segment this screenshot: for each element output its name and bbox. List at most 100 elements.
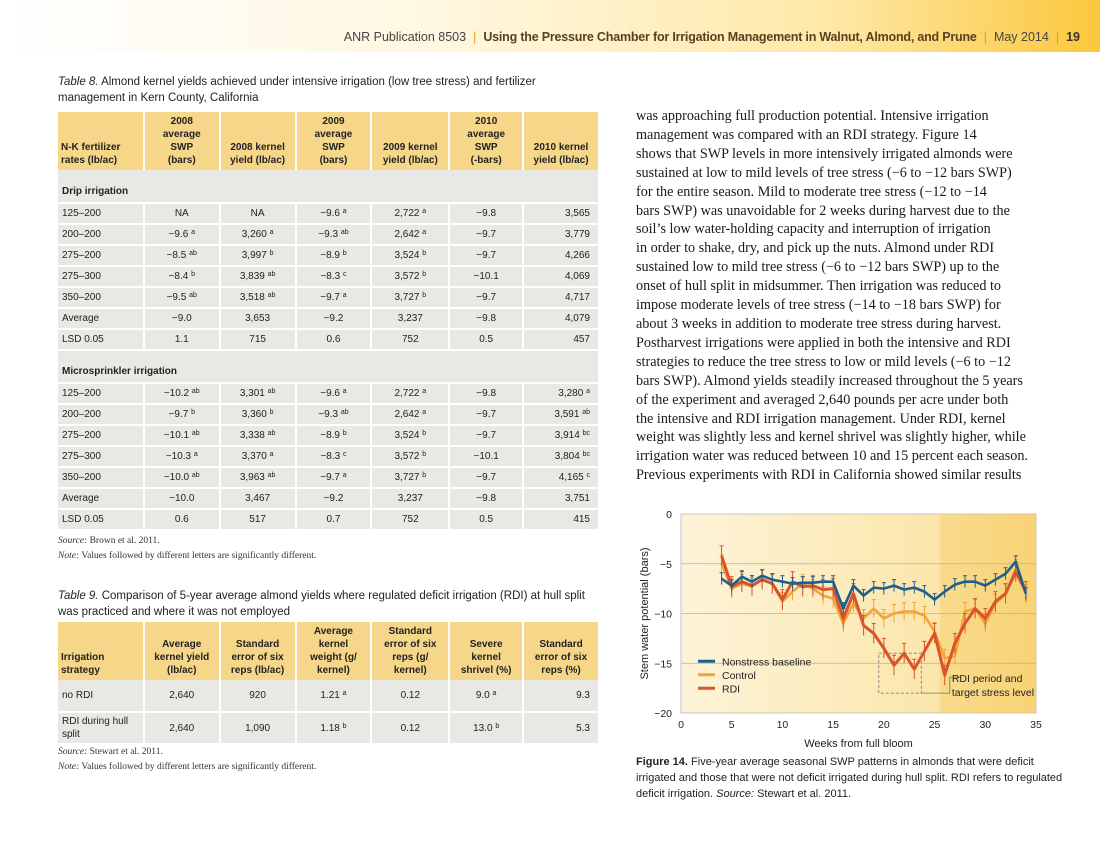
table-cell: −8.9 b	[295, 425, 373, 447]
column-header-line: Standard	[388, 626, 432, 637]
table-cell: 1.18 b	[295, 712, 373, 745]
significance-letter: a	[342, 208, 347, 215]
cell-value: 715	[249, 334, 266, 345]
table-row: Average −10.0 3,467 −9.2 3,237 −9.8 3,751	[58, 488, 600, 510]
table-cell: −9.7	[449, 224, 525, 246]
table9-header-row: Irrigation strategy Average kernel yield (lb…	[58, 622, 600, 680]
cell-value: 200–200	[62, 409, 101, 420]
cell-value: 350–200	[62, 292, 101, 303]
table-cell: 0.6	[143, 509, 221, 531]
significance-letter: b	[191, 271, 195, 278]
cell-value: 125–200	[62, 208, 101, 219]
table8-caption-text: Almond kernel yields achieved under inte…	[58, 76, 536, 104]
table9-label: Table 9.	[58, 590, 99, 602]
table-cell: −9.7	[449, 245, 525, 267]
column-header-line: average	[467, 129, 506, 140]
legend-label: RDI	[722, 683, 740, 695]
cell-value: 0.12	[400, 690, 421, 701]
legend-label: Nonstress baseline	[722, 656, 811, 668]
cell-value: 3,572	[394, 271, 420, 282]
cell-value: NA	[250, 208, 265, 219]
cell-value: 3,914	[554, 430, 580, 441]
table-cell: −9.8	[449, 488, 525, 510]
table-cell: 2,722 a	[371, 203, 451, 225]
cell-value: 3,804	[554, 451, 580, 462]
table-cell: NA	[143, 203, 221, 225]
table-cell: −10.0 ab	[143, 467, 221, 489]
table-cell: −10.0	[143, 488, 221, 510]
column-header: 2010 average SWP (-bars)	[449, 112, 525, 170]
y-tick-label: 0	[666, 509, 672, 521]
table8-label: Table 8.	[58, 76, 99, 88]
cell-value: −8.4	[168, 271, 189, 282]
table-cell: −9.3 ab	[295, 224, 373, 246]
cell-value: −10.1	[163, 430, 190, 441]
cell-value: 3,727	[394, 292, 420, 303]
y-tick-label: −15	[654, 658, 672, 670]
cell-value: −9.7	[476, 409, 497, 420]
table-cell: −10.1	[449, 266, 525, 288]
cell-value: 2,722	[394, 208, 420, 219]
column-header-line: Standard	[235, 639, 280, 650]
cell-value: 5.3	[576, 722, 590, 734]
cell-value: 1.21	[320, 690, 340, 701]
column-header-line: (lb/ac)	[167, 665, 197, 676]
cell-value: 0.5	[479, 334, 494, 345]
column-header-line: kernel)	[317, 665, 350, 676]
column-header-line: Standard	[539, 639, 583, 650]
table-cell: 3,997 b	[219, 245, 297, 267]
y-tick-label: −10	[654, 609, 672, 621]
cell-value: −10.0	[163, 472, 190, 483]
table-cell: −9.6 a	[295, 203, 373, 225]
cell-value: −9.6	[168, 229, 189, 240]
cell-value: 0.6	[326, 334, 341, 345]
column-header: 2008 average SWP (bars)	[143, 112, 221, 170]
table-cell: 0.5	[449, 509, 525, 531]
table-row: 125–200 NA NA −9.6 a 2,722 a −9.8 3,565	[58, 203, 600, 225]
x-tick-label: 20	[878, 719, 890, 731]
figure14-chart: 0 −5 −10 −15 −20 0 5 10 15 20 25 30 35 Weeks from ful…	[639, 509, 1042, 750]
cell-value: 4,717	[564, 292, 590, 303]
table-row: 350–200 −10.0 ab 3,963 ab −9.7 a 3,727 b −9.7…	[58, 467, 600, 489]
table-cell: 3,653	[219, 308, 297, 330]
cell-value: 275–300	[62, 271, 101, 282]
table8-header-row: N-K fertilizer rates (lb/ac) 2008 average SW…	[58, 112, 600, 170]
significance-letter: bc	[582, 430, 590, 437]
significance-letter: c	[342, 271, 347, 278]
cell-value: −10.1	[473, 451, 499, 462]
column-header-line: 2010 kernel	[533, 142, 589, 153]
body-text-line: sustained low to mild tree stress (−6 to…	[636, 259, 1000, 276]
cell-value: −9.2	[323, 493, 344, 504]
cell-value: −8.9	[320, 430, 340, 441]
significance-letter: b	[342, 250, 347, 257]
body-text-line: irrigation water was reduced between 10 …	[636, 448, 1028, 465]
table9-source: Source: Stewart et al. 2011.	[58, 745, 163, 760]
body-text-line: management was compared with an RDI stra…	[636, 126, 977, 143]
column-header-line: reps (g/	[392, 652, 429, 663]
table-cell: −9.8	[449, 203, 525, 225]
table-cell: 350–200	[58, 287, 145, 309]
table-row: no RDI 2,640 920 1.21 a 0.12 9.0 a 9.3	[58, 680, 600, 713]
table-cell: 200–200	[58, 404, 145, 426]
table-row: 200–200 −9.7 b 3,360 b −9.3 ab 2,642 a −9.7 3,…	[58, 404, 600, 426]
significance-letter: a	[342, 472, 347, 479]
column-header-line: error of six	[534, 652, 588, 663]
column-header-line: yield (lb/ac)	[230, 155, 286, 166]
table-cell: 3,524 b	[371, 425, 451, 447]
table-cell: 3,591 ab	[523, 404, 600, 426]
cell-value: −9.0	[171, 313, 192, 324]
cell-value: 2,642	[394, 229, 420, 240]
table-cell: −9.3 ab	[295, 404, 373, 426]
significance-letter: a	[492, 690, 497, 697]
column-header-line: average	[314, 129, 353, 140]
y-tick-label: −20	[654, 708, 672, 720]
cell-value: 125–200	[62, 388, 101, 399]
table-cell: LSD 0.05	[58, 329, 145, 351]
cell-value: −9.7	[476, 250, 497, 261]
table-cell: −10.2 ab	[143, 383, 221, 405]
x-tick-label: 5	[729, 719, 735, 731]
column-header: 2009 kernel yield (lb/ac)	[371, 112, 451, 170]
cell-value: −9.8	[476, 208, 497, 219]
table-cell: −8.3 c	[295, 446, 373, 468]
body-text-line: bars SWP) was unavoidable for 2 weeks du…	[636, 202, 1010, 219]
